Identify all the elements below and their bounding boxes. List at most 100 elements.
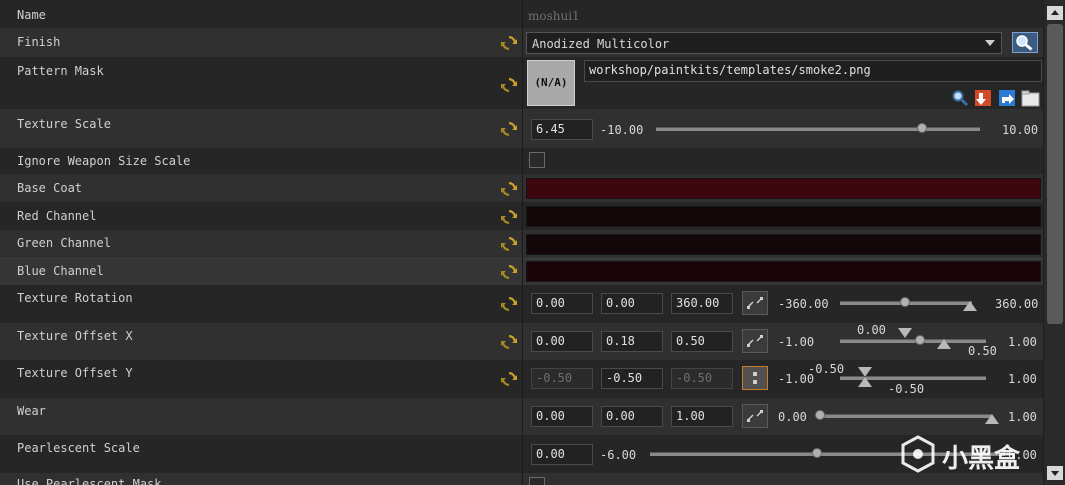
texture-offset-x-value1-input[interactable]: 0.00 [531, 331, 593, 352]
texture-rotation-value3-input[interactable]: 360.00 [671, 293, 733, 314]
texture-offset-x-top-label: 0.00 [857, 323, 886, 337]
reset-icon[interactable] [500, 76, 518, 94]
use-pearlescent-mask-label: Use Pearlescent Mask [17, 477, 162, 485]
range-lock-icon [747, 335, 763, 347]
texture-offset-x-slider-track[interactable] [840, 339, 986, 343]
texture-rotation-slider-handle[interactable] [900, 297, 910, 307]
range-lock-icon [753, 372, 757, 384]
pearlescent-scale-input[interactable]: 0.00 [531, 444, 593, 465]
heybox-logo-icon [901, 435, 935, 473]
texture-offset-x-min: -1.00 [778, 335, 815, 349]
texture-offset-y-range-button[interactable] [742, 366, 768, 390]
green-channel-color-swatch[interactable] [526, 234, 1041, 255]
wear-value2-input[interactable]: 0.00 [601, 406, 663, 427]
texture-offset-x-label: Texture Offset X [17, 329, 133, 343]
wear-range-button[interactable] [742, 404, 768, 428]
texture-scale-label: Texture Scale [17, 117, 111, 131]
base-coat-label: Base Coat [17, 181, 83, 195]
export-arrow-icon[interactable] [998, 89, 1016, 107]
texture-rotation-value1-input[interactable]: 0.00 [531, 293, 593, 314]
browse-search-icon[interactable] [951, 89, 969, 107]
pearlescent-scale-value: 0.00 [536, 447, 565, 461]
texture-offset-x-bottom-label: 0.50 [968, 344, 997, 358]
wear-value3-input[interactable]: 1.00 [671, 406, 733, 427]
texture-offset-y-value2-input[interactable]: -0.50 [601, 368, 663, 389]
texture-rotation-value2-input[interactable]: 0.00 [601, 293, 663, 314]
property-panel: Name moshui1 Finish Anodized Multicolor … [0, 0, 1043, 485]
texture-offset-x-value3: 0.50 [676, 334, 705, 348]
name-value[interactable]: moshui1 [528, 9, 580, 23]
reset-icon[interactable] [500, 370, 518, 388]
texture-rotation-max: 360.00 [995, 297, 1039, 311]
texture-offset-x-value3-input[interactable]: 0.50 [671, 331, 733, 352]
folder-icon[interactable] [1021, 89, 1040, 107]
texture-rotation-range-marker[interactable] [963, 301, 977, 311]
finish-dropdown[interactable]: Anodized Multicolor [526, 32, 1002, 54]
scroll-down-button[interactable] [1047, 466, 1063, 480]
ignore-weapon-size-checkbox[interactable] [529, 152, 545, 168]
reset-icon[interactable] [500, 235, 518, 253]
arrow-up-icon [1051, 10, 1059, 15]
magnifier-icon [1016, 35, 1033, 51]
texture-rotation-value3: 360.00 [676, 296, 720, 310]
wear-max: 1.00 [1008, 410, 1037, 424]
pattern-mask-path: workshop/paintkits/templates/smoke2.png [589, 63, 871, 77]
red-channel-color-swatch[interactable] [526, 206, 1041, 227]
texture-offset-y-value3-input[interactable]: -0.50 [671, 368, 733, 389]
wear-min: 0.00 [778, 410, 807, 424]
watermark-text: 小黑盒 [942, 444, 1021, 474]
texture-rotation-range-button[interactable] [742, 291, 768, 315]
pearlescent-scale-slider-handle[interactable] [812, 448, 822, 458]
wear-value1: 0.00 [536, 409, 565, 423]
texture-offset-x-range-button[interactable] [742, 329, 768, 353]
thumbnail-text: (N/A) [534, 76, 568, 89]
texture-rotation-value2: 0.00 [606, 296, 635, 310]
wear-range-marker[interactable] [985, 414, 999, 424]
reset-icon[interactable] [500, 295, 518, 313]
texture-scale-max: 10.00 [1002, 123, 1039, 137]
reset-icon[interactable] [500, 333, 518, 351]
texture-offset-y-value1-input[interactable]: -0.50 [531, 368, 593, 389]
range-lock-icon [747, 297, 763, 309]
texture-scale-slider-track[interactable] [656, 127, 980, 131]
texture-offset-x-slider-handle[interactable] [915, 335, 925, 345]
blue-channel-color-swatch[interactable] [526, 261, 1041, 282]
texture-rotation-min: -360.00 [778, 297, 829, 311]
texture-offset-y-label: Texture Offset Y [17, 366, 133, 380]
reset-icon[interactable] [500, 120, 518, 138]
texture-offset-y-value2: -0.50 [606, 371, 643, 385]
column-divider [522, 0, 523, 485]
reset-icon[interactable] [500, 180, 518, 198]
texture-offset-y-upper-marker[interactable] [858, 377, 872, 387]
pattern-mask-thumbnail[interactable]: (N/A) [527, 60, 575, 106]
vertical-scrollbar[interactable] [1043, 0, 1065, 485]
reset-icon[interactable] [500, 208, 518, 226]
texture-scale-slider-handle[interactable] [917, 123, 928, 133]
texture-scale-input[interactable]: 6.45 [531, 119, 593, 140]
finish-search-button[interactable] [1012, 32, 1038, 53]
reset-icon[interactable] [500, 263, 518, 281]
green-channel-label: Green Channel [17, 236, 111, 250]
texture-offset-x-upper-marker[interactable] [937, 339, 951, 349]
texture-offset-y-max: 1.00 [1008, 372, 1037, 386]
base-coat-color-swatch[interactable] [526, 178, 1041, 199]
texture-offset-y-value3: -0.50 [676, 371, 713, 385]
wear-slider-track[interactable] [820, 414, 992, 418]
ignore-weapon-size-label: Ignore Weapon Size Scale [17, 154, 191, 168]
texture-offset-x-value2-input[interactable]: 0.18 [601, 331, 663, 352]
pearlescent-scale-label: Pearlescent Scale [17, 441, 140, 455]
scroll-thumb[interactable] [1047, 24, 1063, 324]
texture-offset-y-top-label: -0.50 [808, 362, 845, 376]
wear-value1-input[interactable]: 0.00 [531, 406, 593, 427]
import-arrow-icon[interactable] [974, 89, 992, 107]
texture-offset-x-lower-marker[interactable] [898, 328, 912, 338]
blue-channel-label: Blue Channel [17, 264, 104, 278]
scroll-up-button[interactable] [1047, 6, 1063, 20]
use-pearlescent-mask-checkbox[interactable] [529, 477, 545, 485]
reset-icon[interactable] [500, 34, 518, 52]
red-channel-label: Red Channel [17, 209, 97, 223]
range-lock-icon [747, 410, 763, 422]
wear-slider-handle[interactable] [815, 410, 825, 420]
pattern-mask-label: Pattern Mask [17, 64, 104, 78]
pattern-mask-path-field[interactable]: workshop/paintkits/templates/smoke2.png [584, 60, 1042, 82]
